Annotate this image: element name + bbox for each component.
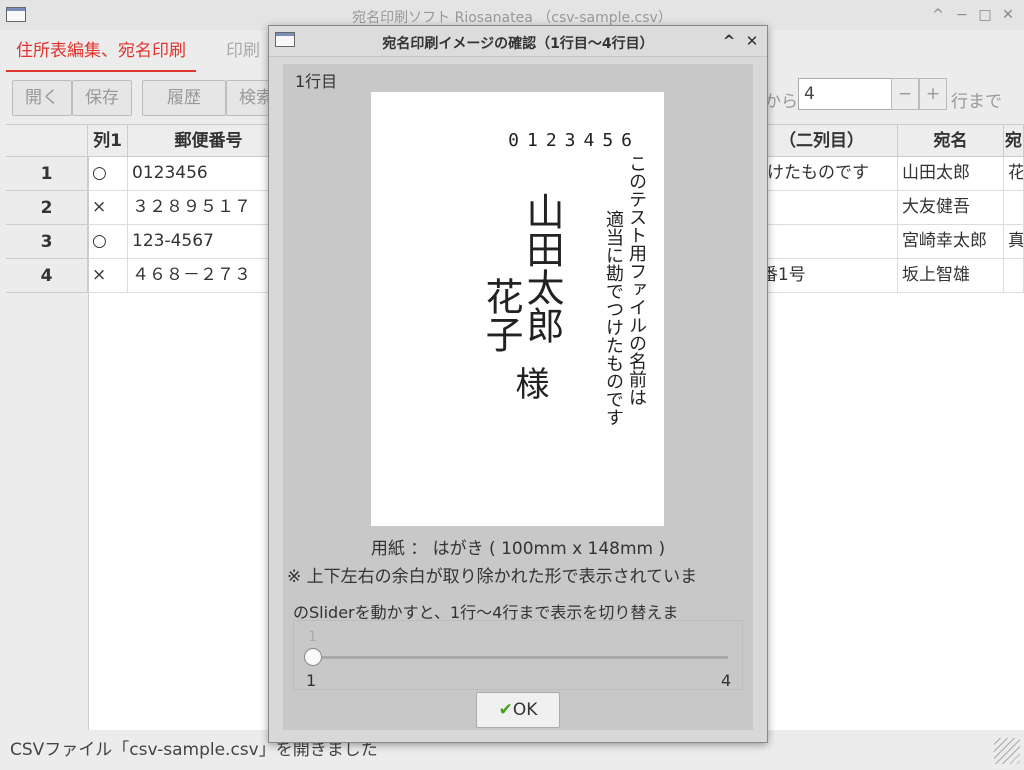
cell-mark[interactable]: ○ bbox=[88, 157, 128, 191]
row-number[interactable]: 1 bbox=[6, 157, 88, 191]
open-button[interactable]: 開く bbox=[12, 80, 72, 116]
column-header-addr2[interactable]: （二列目） bbox=[746, 125, 898, 157]
cell-name[interactable]: 宮崎幸太郎 bbox=[898, 225, 1004, 259]
close-icon[interactable]: ✕ bbox=[998, 5, 1018, 25]
save-button[interactable]: 保存 bbox=[72, 80, 132, 116]
resize-grip-icon[interactable] bbox=[994, 738, 1020, 764]
cell-name[interactable]: 山田太郎 bbox=[898, 157, 1004, 191]
postcard-address-line2: 適当に勘でつけたものです bbox=[603, 210, 624, 426]
cell-extra[interactable] bbox=[1004, 259, 1024, 293]
corner-header bbox=[6, 125, 88, 157]
cell-postal[interactable]: ４６８－２７３ bbox=[128, 259, 290, 293]
cell-mark[interactable]: ○ bbox=[88, 225, 128, 259]
paper-size-label: 用紙 ： はがき ( 100mm x 148mm ) bbox=[370, 539, 666, 559]
margin-note: ※ 上下左右の余白が取り除かれた形で表示されていま bbox=[287, 567, 698, 587]
slider-min-label: 1 bbox=[306, 671, 317, 690]
cell-postal[interactable]: 123-4567 bbox=[128, 225, 290, 259]
main-window-title: 宛名印刷ソフト Riosanatea （csv-sample.csv） bbox=[352, 10, 672, 26]
dialog-close-icon[interactable]: ✕ bbox=[742, 31, 762, 51]
slider-thumb[interactable] bbox=[304, 648, 322, 666]
checkmark-icon: ✔ bbox=[498, 700, 513, 720]
postcard-name-line1: 山田太郎 bbox=[520, 192, 564, 344]
cell-addr2[interactable] bbox=[746, 191, 898, 225]
tab-address-edit[interactable]: 住所表編集、宛名印刷 bbox=[6, 30, 196, 72]
dialog-title-bar[interactable]: 宛名印刷イメージの確認（1行目〜4行目） ^ ✕ bbox=[269, 26, 767, 57]
row-number[interactable]: 3 bbox=[6, 225, 88, 259]
cell-postal[interactable]: ３２８９５１７ bbox=[128, 191, 290, 225]
row-slider[interactable]: 1 1 4 bbox=[293, 620, 743, 690]
postcard-preview: 0123456 このテスト用ファイルの名前は 適当に勘でつけたものです 山田太郎… bbox=[371, 92, 664, 526]
slider-track[interactable] bbox=[314, 656, 728, 659]
to-label: 行まで bbox=[951, 92, 1002, 112]
from-label: から bbox=[764, 92, 798, 112]
column-header-postal[interactable]: 郵便番号 bbox=[128, 125, 290, 157]
current-row-label: 1行目 bbox=[295, 72, 338, 91]
column-header-name[interactable]: 宛名 bbox=[898, 125, 1004, 157]
postcard-postal-code: 0123456 bbox=[508, 130, 640, 151]
status-text: CSVファイル「csv-sample.csv」を開きました bbox=[10, 740, 378, 760]
decrement-button[interactable]: − bbox=[891, 78, 919, 110]
postcard-address-line1: このテスト用ファイルの名前は bbox=[626, 154, 647, 406]
slider-current-value: 1 bbox=[308, 629, 317, 645]
shade-icon[interactable]: ^ bbox=[928, 5, 948, 25]
cell-extra[interactable] bbox=[1004, 191, 1024, 225]
cell-postal[interactable]: 0123456 bbox=[128, 157, 290, 191]
row-number[interactable]: 4 bbox=[6, 259, 88, 293]
dialog-title: 宛名印刷イメージの確認（1行目〜4行目） bbox=[382, 36, 654, 52]
column-header-extra[interactable]: 宛 bbox=[1004, 125, 1024, 157]
slider-max-label: 4 bbox=[721, 671, 732, 690]
postcard-name-line2: 花子 bbox=[479, 277, 523, 353]
history-button[interactable]: 履歴 bbox=[142, 80, 226, 116]
cell-addr2[interactable] bbox=[746, 225, 898, 259]
cell-extra[interactable]: 花 bbox=[1004, 157, 1024, 191]
cell-addr2[interactable]: 5番1号 bbox=[746, 259, 898, 293]
row-number[interactable]: 2 bbox=[6, 191, 88, 225]
ok-button[interactable]: ✔OK bbox=[476, 692, 560, 728]
cell-name[interactable]: 坂上智雄 bbox=[898, 259, 1004, 293]
minimize-icon[interactable]: − bbox=[952, 5, 972, 25]
increment-button[interactable]: + bbox=[919, 78, 947, 110]
postcard-honorific: 様 bbox=[509, 366, 549, 400]
dialog-shade-icon[interactable]: ^ bbox=[719, 31, 739, 51]
tab-print[interactable]: 印刷 bbox=[226, 30, 260, 72]
column-header-col1[interactable]: 列1 bbox=[88, 125, 128, 157]
cell-extra[interactable]: 真 bbox=[1004, 225, 1024, 259]
cell-addr2[interactable]: つけたものです bbox=[746, 157, 898, 191]
dialog-body: 1行目 0123456 このテスト用ファイルの名前は 適当に勘でつけたものです … bbox=[283, 64, 753, 730]
ok-label: OK bbox=[512, 700, 538, 720]
cell-mark[interactable]: × bbox=[88, 191, 128, 225]
print-preview-dialog: 宛名印刷イメージの確認（1行目〜4行目） ^ ✕ 1行目 0123456 このテ… bbox=[268, 25, 768, 743]
maximize-icon[interactable]: □ bbox=[975, 5, 995, 25]
cell-name[interactable]: 大友健吾 bbox=[898, 191, 1004, 225]
cell-mark[interactable]: × bbox=[88, 259, 128, 293]
